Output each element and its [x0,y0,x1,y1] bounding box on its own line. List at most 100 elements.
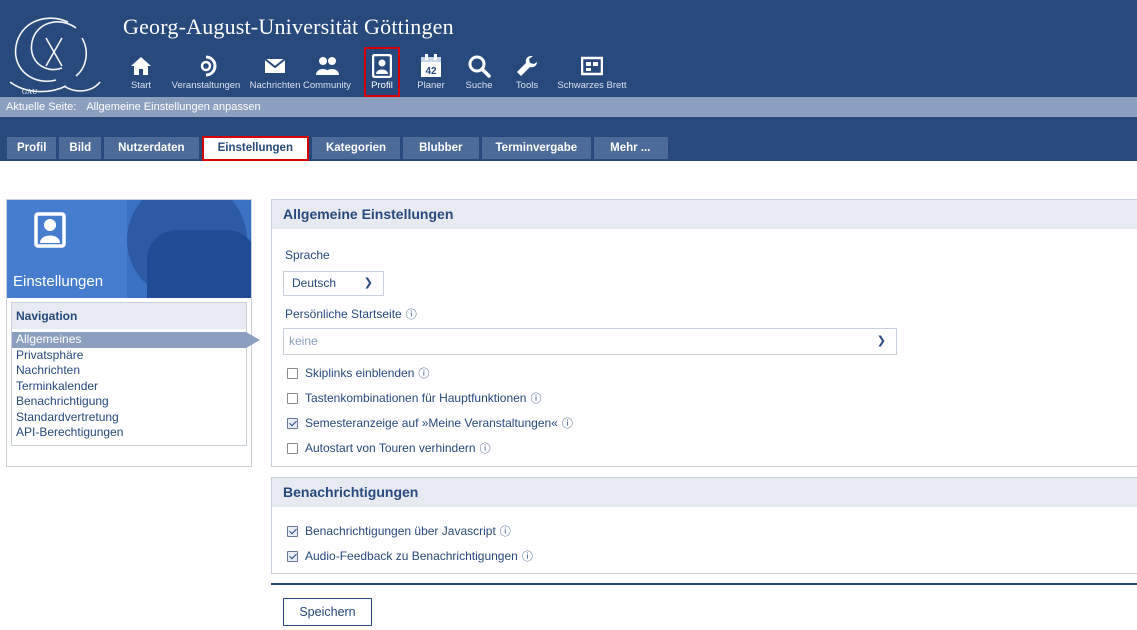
option-skiplinks[interactable]: Skiplinks einblenden ⓘ [287,365,429,381]
semester-display-checkbox[interactable] [287,417,298,429]
sidebar-item-nachrichten[interactable]: Nachrichten [12,363,246,379]
tab-einstellungen[interactable]: Einstellungen [201,136,309,161]
sidebar-item-api-berechtigungen[interactable]: API-Berechtigungen [12,425,246,441]
sidebar-item-allgemeines[interactable]: Allgemeines [12,332,260,348]
tab-bild[interactable]: Bild [59,137,102,159]
svg-text:42: 42 [425,66,437,77]
breadcrumb: Aktuelle Seite: Allgemeine Einstellungen … [0,97,1137,117]
js-notifications-checkbox[interactable] [287,525,298,537]
board-icon [579,53,605,79]
language-label: Sprache [285,248,330,262]
general-settings-title: Allgemeine Einstellungen [272,200,1137,229]
breadcrumb-label: Aktuelle Seite: [6,101,77,113]
shortcuts-checkbox[interactable] [287,392,298,404]
shortcuts-label: Tastenkombinationen für Hauptfunktionen [305,391,527,405]
nav-start[interactable]: Start [120,50,162,97]
audio-feedback-checkbox[interactable] [287,550,298,562]
sidebar: Einstellungen Navigation Allgemeines Pri… [6,199,260,467]
info-icon[interactable]: ⓘ [562,415,573,431]
tab-kategorien[interactable]: Kategorien [311,137,401,159]
search-icon [466,53,492,79]
info-icon[interactable]: ⓘ [530,390,541,406]
profile-tabs-bar: Profil Bild Nutzerdaten Einstellungen Ka… [0,117,1137,161]
chevron-down-icon: ❯ [876,335,886,347]
nav-schwarzes-brett-label: Schwarzes Brett [557,80,627,91]
nav-veranstaltungen-label: Veranstaltungen [171,80,241,91]
sidebar-title: Einstellungen [13,273,104,290]
form-footer-divider [271,583,1137,585]
breadcrumb-current-page: Allgemeine Einstellungen anpassen [86,101,261,113]
svg-text:GAU: GAU [22,88,37,96]
chevron-down-icon: ❯ [363,277,373,289]
option-tour-autostart[interactable]: Autostart von Touren verhindern ⓘ [287,440,491,456]
option-semester-display[interactable]: Semesteranzeige auf »Meine Veranstaltung… [287,415,573,431]
header-bar: GAU Georg-August-Universität Göttingen S… [0,0,1137,97]
notifications-panel: Benachrichtigungen Benachrichtigungen üb… [271,477,1137,574]
nav-community[interactable]: Community [300,50,354,97]
calendar-icon: 42 [418,53,444,79]
nav-planer[interactable]: 42 Planer [406,50,456,97]
sidebar-item-standardvertretung[interactable]: Standardvertretung [12,410,246,426]
mail-icon [262,53,288,79]
startpage-select-value: keine [289,334,318,348]
startpage-label-text: Persönliche Startseite [285,307,402,321]
home-icon [128,53,154,79]
startpage-label: Persönliche Startseite ⓘ [285,306,417,322]
language-select[interactable]: Deutsch ❯ [283,271,384,296]
sidebar-nav-list: Allgemeines Privatsphäre Nachrichten Ter… [12,329,260,445]
info-icon[interactable]: ⓘ [500,523,511,539]
main-navigation: Start Veranstaltungen Nachrichten Commun… [120,47,632,97]
nav-veranstaltungen[interactable]: Veranstaltungen [162,50,250,97]
save-button[interactable]: Speichern [283,598,372,626]
option-audio-feedback[interactable]: Audio-Feedback zu Benachrichtigungen ⓘ [287,548,533,564]
nav-nachrichten[interactable]: Nachrichten [250,50,300,97]
nav-nachrichten-label: Nachrichten [249,80,301,91]
tour-autostart-label: Autostart von Touren verhindern [305,441,476,455]
nav-planer-label: Planer [417,80,445,91]
skiplinks-checkbox[interactable] [287,367,298,379]
audio-feedback-label: Audio-Feedback zu Benachrichtigungen [305,549,518,563]
sidebar-item-terminkalender[interactable]: Terminkalender [12,379,246,395]
profile-icon [34,212,66,248]
nav-schwarzes-brett[interactable]: Schwarzes Brett [552,50,632,97]
tab-profil[interactable]: Profil [7,137,57,159]
tour-autostart-checkbox[interactable] [287,442,298,454]
info-icon[interactable]: ⓘ [418,365,429,381]
profile-icon [369,53,395,79]
info-icon[interactable]: ⓘ [406,306,417,322]
wrench-icon [514,53,540,79]
nav-community-label: Community [302,80,352,91]
sidebar-navigation: Navigation Allgemeines Privatsphäre Nach… [11,302,260,446]
semester-display-label: Semesteranzeige auf »Meine Veranstaltung… [305,416,558,430]
community-icon [314,53,340,79]
notifications-title: Benachrichtigungen [272,478,1137,507]
tab-terminvergabe[interactable]: Terminvergabe [481,137,592,159]
university-seal-logo[interactable]: GAU [6,8,104,98]
nav-profil-label: Profil [371,80,393,91]
courses-icon [193,53,219,79]
language-select-value: Deutsch [292,276,337,290]
nav-suche-label: Suche [465,80,493,91]
sidebar-navigation-title: Navigation [12,303,246,329]
skiplinks-label: Skiplinks einblenden [305,366,415,380]
tab-blubber[interactable]: Blubber [403,137,479,159]
option-js-notifications[interactable]: Benachrichtigungen über Javascript ⓘ [287,523,511,539]
nav-suche[interactable]: Suche [456,50,502,97]
startpage-select[interactable]: keine ❯ [283,328,897,355]
sidebar-item-privatsphaere[interactable]: Privatsphäre [12,348,246,364]
sidebar-item-benachrichtigung[interactable]: Benachrichtigung [12,394,246,410]
option-shortcuts[interactable]: Tastenkombinationen für Hauptfunktionen … [287,390,541,406]
sidebar-header: Einstellungen [7,200,251,298]
university-title: Georg-August-Universität Göttingen [123,14,454,39]
nav-tools[interactable]: Tools [502,50,552,97]
general-settings-panel: Allgemeine Einstellungen Sprache Deutsch… [271,199,1137,467]
info-icon[interactable]: ⓘ [522,548,533,564]
info-icon[interactable]: ⓘ [480,440,491,456]
profile-tabs: Profil Bild Nutzerdaten Einstellungen Ka… [7,136,671,161]
tab-nutzerdaten[interactable]: Nutzerdaten [104,137,199,159]
nav-start-label: Start [130,80,152,91]
js-notifications-label: Benachrichtigungen über Javascript [305,524,496,538]
tab-mehr[interactable]: Mehr ... [594,137,669,159]
nav-tools-label: Tools [515,80,539,91]
nav-profil[interactable]: Profil [364,47,400,97]
